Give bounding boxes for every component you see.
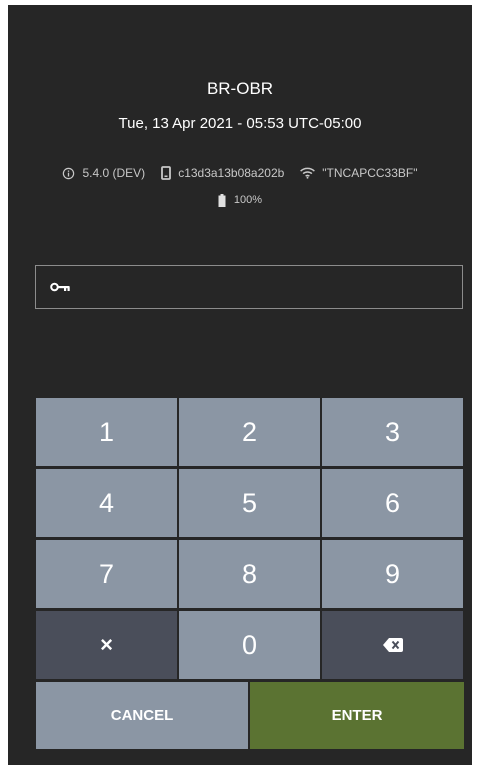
backspace-icon: [382, 638, 403, 652]
device-id-info: c13d3a13b08a202b: [161, 166, 284, 180]
wifi-info: "TNCAPCC33BF": [300, 166, 418, 180]
battery-label: 100%: [233, 194, 263, 206]
wifi-icon: [300, 167, 316, 179]
pin-input[interactable]: [70, 265, 462, 309]
device-id-label: c13d3a13b08a202b: [178, 166, 285, 180]
key-2[interactable]: 2: [179, 398, 320, 466]
info-icon: [63, 167, 75, 179]
backspace-button[interactable]: [322, 611, 463, 679]
key-7[interactable]: 7: [36, 540, 177, 608]
battery-info: 100%: [8, 191, 472, 209]
key-5[interactable]: 5: [179, 469, 320, 537]
key-1[interactable]: 1: [36, 398, 177, 466]
phone-icon: [161, 166, 172, 180]
version-info: 5.4.0 (DEV): [62, 166, 145, 180]
cancel-button[interactable]: CANCEL: [36, 682, 248, 749]
lock-screen: BR-OBR Tue, 13 Apr 2021 - 05:53 UTC-05:0…: [8, 5, 472, 765]
wifi-label: "TNCAPCC33BF": [322, 166, 418, 180]
pin-field[interactable]: [35, 265, 463, 309]
device-info-row: 5.4.0 (DEV) c13d3a13b08a202b "TNCAPCC33B…: [8, 163, 472, 183]
page-title: BR-OBR: [206, 79, 274, 98]
battery-icon: [218, 193, 226, 207]
key-6[interactable]: 6: [322, 469, 463, 537]
key-3[interactable]: 3: [322, 398, 463, 466]
version-label: 5.4.0 (DEV): [82, 166, 146, 180]
key-icon: [50, 282, 70, 292]
key-9[interactable]: 9: [322, 540, 463, 608]
enter-button[interactable]: ENTER: [250, 682, 464, 749]
clear-button[interactable]: ×: [36, 611, 177, 679]
datetime-label: Tue, 13 Apr 2021 - 05:53 UTC-05:00: [118, 115, 362, 132]
key-0[interactable]: 0: [179, 611, 320, 679]
key-8[interactable]: 8: [179, 540, 320, 608]
key-4[interactable]: 4: [36, 469, 177, 537]
